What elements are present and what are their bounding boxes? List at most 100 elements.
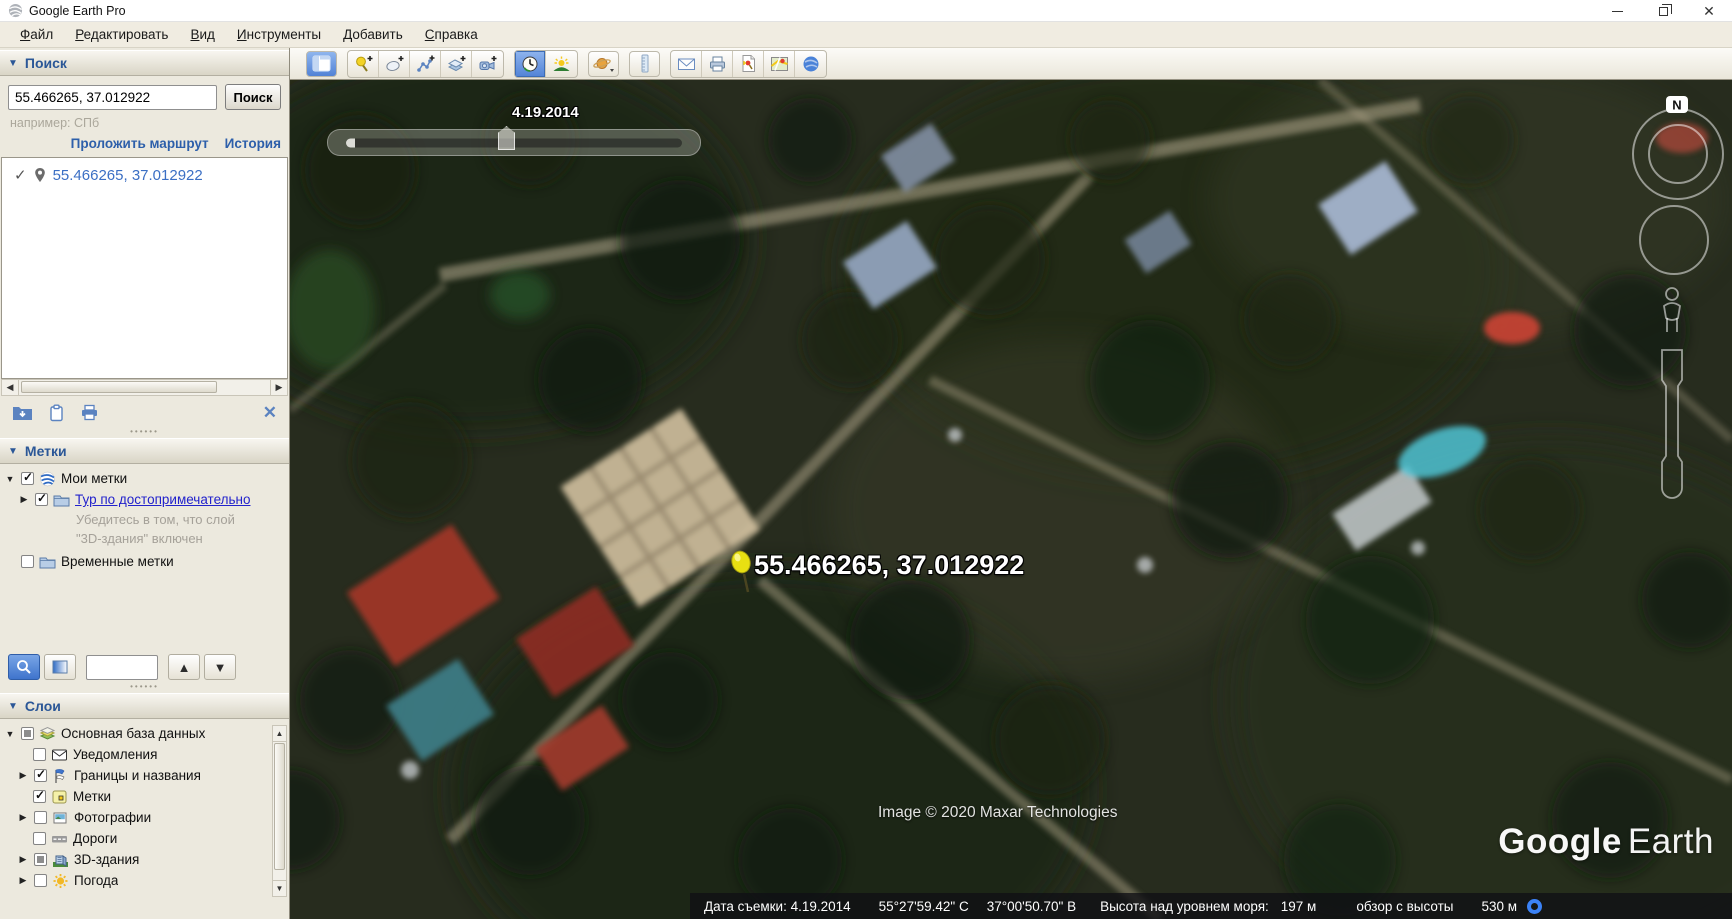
tree-row-tour[interactable]: ▶ Тур по достопримечательно xyxy=(0,489,289,510)
time-slider-handle[interactable] xyxy=(498,126,515,150)
layers-vertical-scrollbar[interactable]: ▲ ▼ xyxy=(272,725,287,897)
placemarks-checkbox[interactable] xyxy=(33,790,46,803)
earth-globe-button[interactable] xyxy=(795,51,826,77)
expand-arrow-icon[interactable]: ▶ xyxy=(17,854,29,865)
layer-row-photos[interactable]: ▶ Фотографии xyxy=(0,807,289,828)
sunlight-button[interactable] xyxy=(546,51,577,77)
scroll-up-icon[interactable]: ▲ xyxy=(273,726,286,741)
photos-icon xyxy=(52,810,69,826)
title-bar: Google Earth Pro ✕ xyxy=(0,0,1732,22)
email-button[interactable] xyxy=(671,51,702,77)
places-tree: ▼ Мои метки ▶ Тур по достопримечательно … xyxy=(0,464,289,572)
panel-resize-grip[interactable]: •••••• xyxy=(0,684,289,691)
layer-row-borders[interactable]: ▶ Границы и названия xyxy=(0,765,289,786)
find-places-input[interactable] xyxy=(86,655,158,680)
view-in-maps-button[interactable] xyxy=(764,51,795,77)
scrollbar-thumb[interactable] xyxy=(274,743,285,870)
get-directions-link[interactable]: Проложить маршрут xyxy=(71,136,209,151)
tour-link[interactable]: Тур по достопримечательно xyxy=(75,492,251,507)
globe-swirl-icon xyxy=(39,471,56,487)
expand-arrow-icon[interactable]: ▶ xyxy=(18,494,30,505)
minimize-button[interactable] xyxy=(1594,0,1640,22)
placemark-label[interactable]: 55.466265, 37.012922 xyxy=(754,550,1024,581)
time-slider[interactable] xyxy=(327,129,701,156)
my-places-checkbox[interactable] xyxy=(21,472,34,485)
weather-checkbox[interactable] xyxy=(34,874,47,887)
collapse-triangle-icon: ▼ xyxy=(8,58,18,69)
layer-row-roads[interactable]: Дороги xyxy=(0,828,289,849)
compass-inner-ring[interactable] xyxy=(1649,125,1707,183)
ruler-button[interactable] xyxy=(629,51,660,77)
menu-view[interactable]: Вид xyxy=(180,24,224,45)
add-polygon-button[interactable] xyxy=(379,51,410,77)
menu-add[interactable]: Добавить xyxy=(333,24,413,45)
layer-row-database[interactable]: ▼ Основная база данных xyxy=(0,723,289,744)
menu-tools[interactable]: Инструменты xyxy=(227,24,331,45)
add-placemark-button[interactable] xyxy=(348,51,379,77)
previous-result-button[interactable]: ▲ xyxy=(168,654,200,680)
add-path-button[interactable] xyxy=(410,51,441,77)
layer-row-placemarks[interactable]: Метки xyxy=(0,786,289,807)
scrollbar-track[interactable] xyxy=(273,741,286,881)
next-result-button[interactable]: ▼ xyxy=(204,654,236,680)
clear-search-icon[interactable]: ✕ xyxy=(263,403,277,423)
photos-checkbox[interactable] xyxy=(34,811,47,824)
expand-arrow-icon[interactable]: ▶ xyxy=(17,875,29,886)
layer-row-weather[interactable]: ▶ Погода xyxy=(0,870,289,891)
scrollbar-track[interactable] xyxy=(18,380,271,395)
compass-ring[interactable] xyxy=(1633,109,1723,199)
tour-checkbox[interactable] xyxy=(35,493,48,506)
print-button[interactable] xyxy=(702,51,733,77)
scroll-right-icon[interactable]: ▶ xyxy=(271,380,287,395)
expand-arrow-icon[interactable]: ▼ xyxy=(4,729,16,739)
look-joystick-ring[interactable] xyxy=(1640,206,1708,274)
buildings-checkbox[interactable] xyxy=(34,853,47,866)
restore-button[interactable] xyxy=(1640,0,1686,22)
scroll-left-icon[interactable]: ◀ xyxy=(2,380,18,395)
temp-places-checkbox[interactable] xyxy=(21,555,34,568)
search-input[interactable] xyxy=(8,85,217,110)
print-results-icon[interactable] xyxy=(80,404,99,421)
scroll-down-icon[interactable]: ▼ xyxy=(273,881,286,896)
planets-button[interactable] xyxy=(588,51,619,77)
layers-panel-header[interactable]: ▼ Слои xyxy=(0,693,289,719)
opacity-gradient-icon xyxy=(52,660,68,674)
add-image-overlay-button[interactable] xyxy=(441,51,472,77)
borders-checkbox[interactable] xyxy=(34,769,47,782)
close-button[interactable]: ✕ xyxy=(1686,0,1732,22)
places-panel-header[interactable]: ▼ Метки xyxy=(0,438,289,464)
historical-imagery-button[interactable] xyxy=(515,51,546,77)
tree-row-temp-places[interactable]: Временные метки xyxy=(0,551,289,572)
share-tools-group xyxy=(670,50,827,78)
expand-arrow-icon[interactable]: ▼ xyxy=(4,474,16,484)
sidebar-toggle-button[interactable] xyxy=(306,51,337,77)
search-panel-header[interactable]: ▼ Поиск xyxy=(0,50,289,76)
opacity-slider-button[interactable] xyxy=(44,654,76,680)
layer-row-notifications[interactable]: Уведомления xyxy=(0,744,289,765)
zoom-slider[interactable] xyxy=(1662,350,1682,498)
roads-checkbox[interactable] xyxy=(33,832,46,845)
save-to-places-icon[interactable] xyxy=(12,404,33,421)
menu-file[interactable]: Файл xyxy=(10,24,63,45)
search-button[interactable]: Поиск xyxy=(225,84,281,110)
expand-arrow-icon[interactable]: ▶ xyxy=(17,770,29,781)
panel-resize-grip[interactable]: •••••• xyxy=(0,429,289,436)
history-link[interactable]: История xyxy=(225,136,281,151)
street-view-pegman[interactable] xyxy=(1664,288,1680,332)
scrollbar-thumb[interactable] xyxy=(21,381,217,393)
search-result-row[interactable]: ✓ 55.466265, 37.012922 xyxy=(2,158,287,184)
layer-row-3d-buildings[interactable]: ▶ 3D-здания xyxy=(0,849,289,870)
database-checkbox[interactable] xyxy=(21,727,34,740)
menu-edit[interactable]: Редактировать xyxy=(65,24,178,45)
tree-row-my-places[interactable]: ▼ Мои метки xyxy=(0,468,289,489)
map-view[interactable]: 4.19.2014 55.466265, 37.012922 Image © 2… xyxy=(290,80,1732,919)
results-horizontal-scrollbar[interactable]: ◀ ▶ xyxy=(1,379,288,396)
save-image-button[interactable] xyxy=(733,51,764,77)
notifications-checkbox[interactable] xyxy=(33,748,46,761)
search-panel-title: Поиск xyxy=(25,55,67,71)
find-in-places-button[interactable] xyxy=(8,654,40,680)
record-tour-button[interactable] xyxy=(472,51,503,77)
copy-icon[interactable] xyxy=(49,404,64,422)
menu-help[interactable]: Справка xyxy=(415,24,488,45)
expand-arrow-icon[interactable]: ▶ xyxy=(17,812,29,823)
